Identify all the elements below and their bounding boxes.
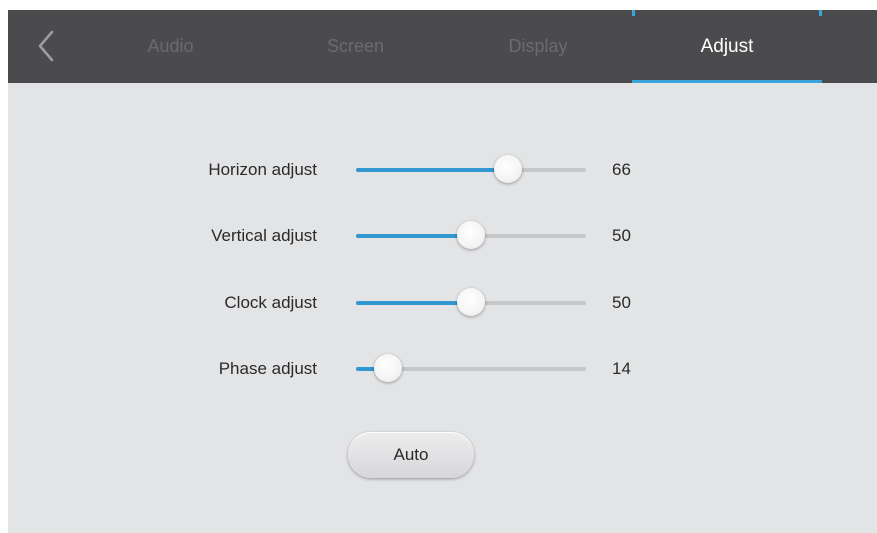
back-button[interactable] <box>28 26 64 66</box>
tab-adjust-label: Adjust <box>700 35 754 57</box>
clock-adjust-slider[interactable] <box>356 283 586 323</box>
chevron-left-icon <box>38 30 54 62</box>
tab-screen[interactable]: Screen <box>298 10 413 83</box>
tab-display-label: Display <box>508 36 568 56</box>
horizon-adjust-value: 66 <box>612 160 631 179</box>
tab-adjust-underline <box>632 80 822 83</box>
slider-thumb[interactable] <box>493 155 522 183</box>
vertical-adjust-value: 50 <box>612 226 631 245</box>
horizon-adjust-row: Horizon adjust 66 <box>8 150 877 190</box>
slider-fill <box>356 234 471 238</box>
phase-adjust-value: 14 <box>612 359 631 378</box>
tab-adjust-corner-right <box>819 10 822 16</box>
tab-audio[interactable]: Audio <box>113 10 228 83</box>
slider-fill <box>356 168 508 172</box>
top-tab-bar: Audio Screen Display Adjust <box>8 10 877 83</box>
vertical-adjust-row: Vertical adjust 50 <box>8 216 877 256</box>
tab-audio-label: Audio <box>147 36 194 56</box>
clock-adjust-label: Clock adjust <box>224 293 317 312</box>
settings-panel: Audio Screen Display Adjust Horizon adju… <box>8 10 877 533</box>
tab-adjust[interactable]: Adjust <box>632 10 822 83</box>
tab-screen-label: Screen <box>326 36 385 56</box>
clock-adjust-value: 50 <box>612 293 631 312</box>
tab-display[interactable]: Display <box>478 10 598 83</box>
phase-adjust-row: Phase adjust 14 <box>8 349 877 389</box>
slider-thumb[interactable] <box>457 221 485 249</box>
slider-thumb[interactable] <box>374 354 403 382</box>
vertical-adjust-label: Vertical adjust <box>211 226 317 245</box>
phase-adjust-label: Phase adjust <box>218 359 317 378</box>
horizon-adjust-label: Horizon adjust <box>208 160 317 179</box>
horizon-adjust-slider[interactable] <box>356 150 586 190</box>
vertical-adjust-slider[interactable] <box>356 216 586 256</box>
phase-adjust-slider[interactable] <box>356 349 586 389</box>
auto-button[interactable]: Auto <box>348 432 474 478</box>
clock-adjust-row: Clock adjust 50 <box>8 283 877 323</box>
slider-fill <box>356 301 471 305</box>
slider-thumb[interactable] <box>457 288 485 316</box>
tab-adjust-corner-left <box>632 10 635 16</box>
auto-button-label: Auto <box>393 445 429 464</box>
